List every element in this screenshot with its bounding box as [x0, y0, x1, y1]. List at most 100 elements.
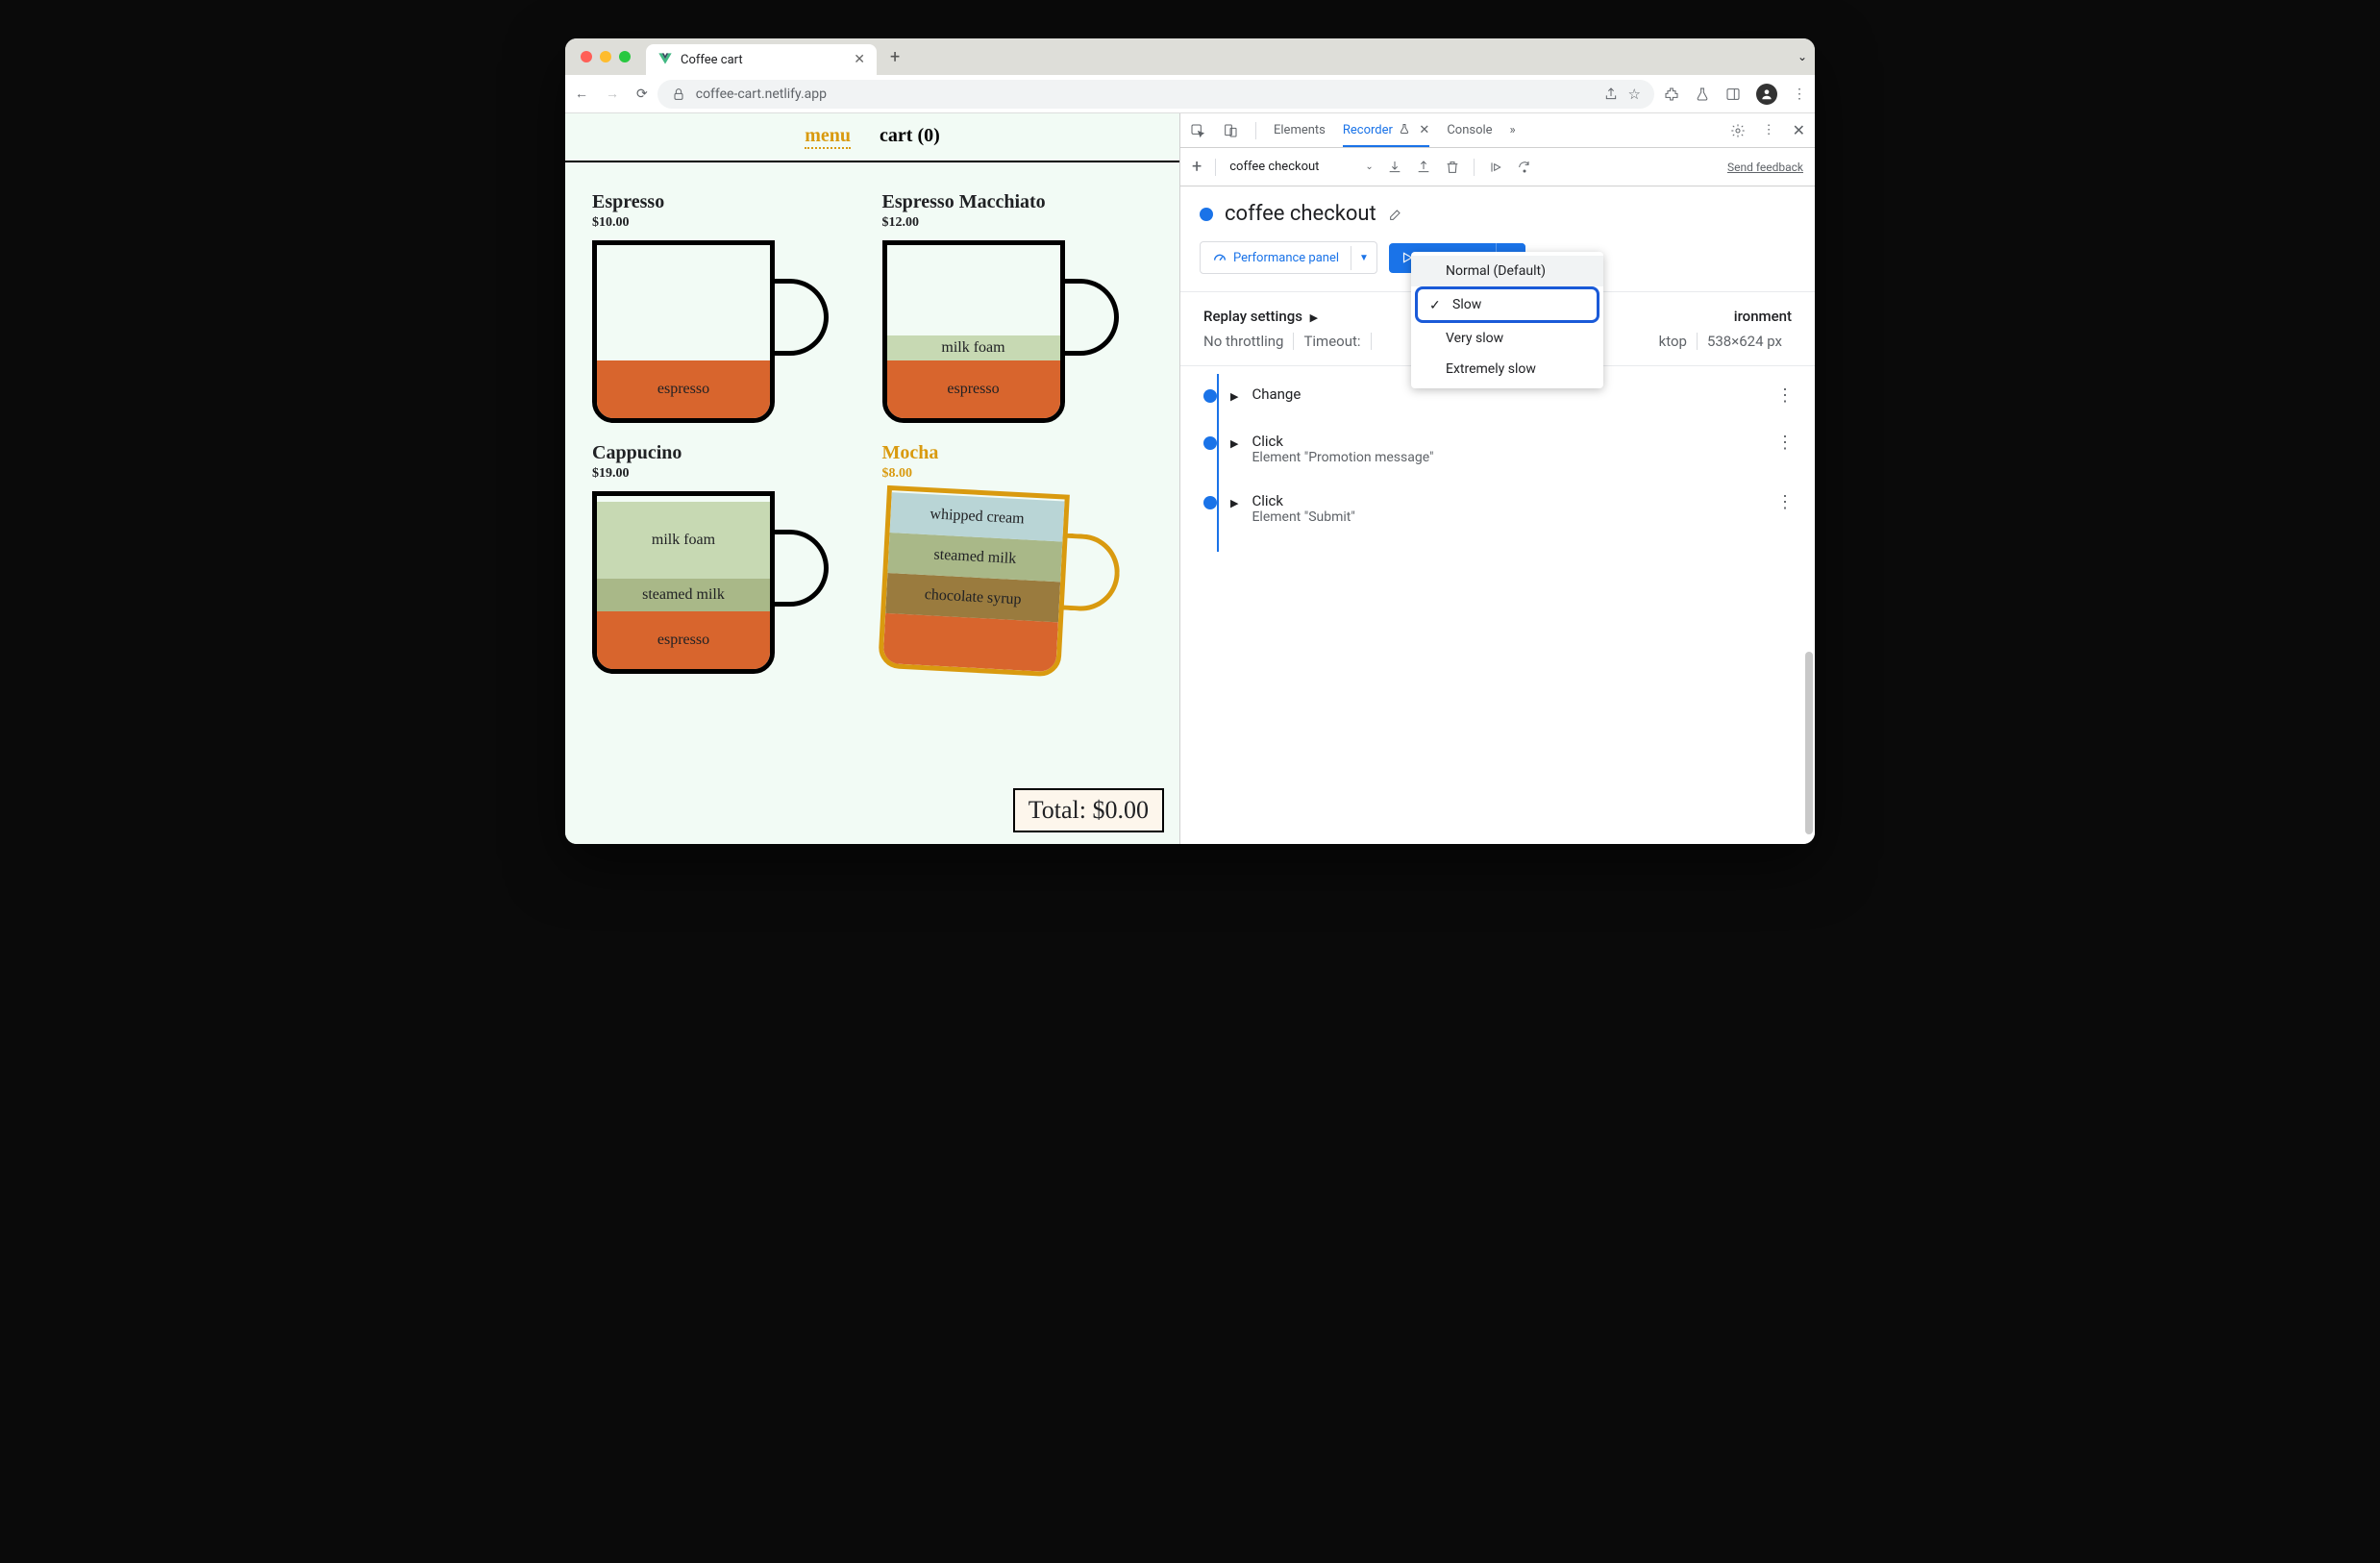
- step-title: Click: [1252, 492, 1763, 509]
- product-name: Espresso Macchiato: [882, 191, 1153, 213]
- layer-milk-foam: milk foam: [887, 335, 1060, 360]
- inspect-icon[interactable]: [1190, 123, 1205, 138]
- more-tabs-icon[interactable]: »: [1510, 123, 1516, 137]
- step-title: Click: [1252, 433, 1763, 450]
- browser-chrome: Coffee cart ✕ + ⌄ ← → ⟳ coffee-cart.netl…: [565, 38, 1815, 113]
- step-play-icon[interactable]: [1488, 160, 1503, 175]
- step-item[interactable]: ▶ Click Element "Promotion message" ⋮: [1203, 433, 1792, 465]
- cup-graphic: espresso: [592, 240, 823, 423]
- delete-icon[interactable]: [1445, 160, 1460, 175]
- timeout-label: Timeout:: [1303, 333, 1371, 350]
- tab-strip: Coffee cart ✕ + ⌄: [565, 38, 1815, 75]
- gauge-icon: [1212, 250, 1227, 265]
- close-devtools-icon[interactable]: ✕: [1793, 121, 1805, 139]
- performance-panel-button[interactable]: Performance panel ▼: [1200, 241, 1377, 274]
- share-icon[interactable]: [1603, 87, 1619, 102]
- recording-selector[interactable]: coffee checkout ⌄: [1229, 160, 1374, 174]
- dd-normal[interactable]: Normal (Default): [1411, 256, 1603, 286]
- side-panel-icon[interactable]: [1725, 87, 1741, 102]
- step-node-icon: [1203, 389, 1217, 403]
- export-icon[interactable]: [1387, 160, 1402, 175]
- browser-tab[interactable]: Coffee cart ✕: [646, 44, 877, 75]
- step-item[interactable]: ▶ Change ⋮: [1203, 385, 1792, 406]
- step-detail: Element "Submit": [1252, 509, 1763, 525]
- step-node-icon: [1203, 496, 1217, 509]
- product-mocha[interactable]: Mocha $8.00 chocolate syrupsteamed milkw…: [882, 442, 1153, 674]
- send-feedback-link[interactable]: Send feedback: [1727, 161, 1803, 174]
- recording-title: coffee checkout: [1225, 202, 1376, 226]
- product-price: $10.00: [592, 215, 863, 231]
- product-grid: Espresso $10.00 espresso Espresso Macchi…: [565, 162, 1179, 703]
- layer-steamed-milk: steamed milk: [597, 579, 770, 611]
- tab-recorder[interactable]: Recorder ✕: [1343, 115, 1429, 147]
- back-icon[interactable]: ←: [575, 86, 588, 102]
- maximize-window-button[interactable]: [619, 51, 631, 62]
- dd-extremely-slow[interactable]: Extremely slow: [1411, 354, 1603, 385]
- chevron-right-icon: ▶: [1310, 311, 1318, 324]
- reload-icon[interactable]: ⟳: [636, 87, 648, 102]
- browser-toolbar: ← → ⟳ coffee-cart.netlify.app ☆ ⋮: [565, 75, 1815, 113]
- cup-graphic: chocolate syrupsteamed milkwhipped cream: [878, 485, 1118, 680]
- extensions-icon[interactable]: [1664, 87, 1679, 102]
- bookmark-icon[interactable]: ☆: [1628, 86, 1641, 103]
- nav-menu-link[interactable]: menu: [805, 125, 851, 149]
- browser-menu-icon[interactable]: ⋮: [1793, 87, 1805, 102]
- replay-speed-dropdown: Normal (Default) ✓ Slow Very slow Extrem…: [1411, 252, 1603, 388]
- import-icon[interactable]: [1416, 160, 1431, 175]
- perf-caret-icon[interactable]: ▼: [1351, 246, 1376, 270]
- tab-elements[interactable]: Elements: [1274, 115, 1326, 145]
- step-over-icon[interactable]: [1517, 160, 1532, 175]
- lock-icon: [671, 87, 686, 102]
- product-espresso[interactable]: Espresso $10.00 espresso: [592, 191, 863, 423]
- webpage: menu cart (0) Espresso $10.00 espresso E…: [565, 113, 1180, 844]
- edit-title-icon[interactable]: [1388, 207, 1403, 222]
- recording-header: coffee checkout: [1180, 186, 1815, 241]
- chevron-right-icon: ▶: [1230, 497, 1238, 509]
- product-espresso-macchiato[interactable]: Espresso Macchiato $12.00 espressomilk f…: [882, 191, 1153, 423]
- dd-slow[interactable]: ✓ Slow: [1415, 286, 1599, 323]
- close-panel-icon[interactable]: ✕: [1419, 123, 1429, 137]
- step-menu-icon[interactable]: ⋮: [1776, 433, 1792, 453]
- check-icon: ✓: [1429, 298, 1441, 313]
- recording-indicator-icon: [1200, 208, 1213, 221]
- layer-espresso: espresso: [597, 360, 770, 418]
- labs-icon[interactable]: [1695, 87, 1710, 102]
- chevron-right-icon: ▶: [1230, 390, 1238, 403]
- product-price: $12.00: [882, 215, 1153, 231]
- nav-cart-link[interactable]: cart (0): [880, 125, 940, 149]
- step-detail: Element "Promotion message": [1252, 450, 1763, 465]
- url-bar[interactable]: coffee-cart.netlify.app ☆: [657, 80, 1654, 109]
- scrollbar[interactable]: [1805, 652, 1813, 834]
- device-toggle-icon[interactable]: [1223, 123, 1238, 138]
- window-controls: [573, 51, 638, 62]
- chevron-right-icon: ▶: [1230, 437, 1238, 450]
- layer-espresso: espresso: [597, 611, 770, 669]
- step-menu-icon[interactable]: ⋮: [1776, 385, 1792, 406]
- url-text: coffee-cart.netlify.app: [696, 87, 827, 102]
- tab-console[interactable]: Console: [1447, 115, 1492, 145]
- cup-graphic: espressosteamed milkmilk foam: [592, 491, 823, 674]
- product-cappucino[interactable]: Cappucino $19.00 espressosteamed milkmil…: [592, 442, 863, 674]
- viewport-value: 538×624 px: [1707, 333, 1792, 350]
- settings-icon[interactable]: [1730, 123, 1746, 138]
- step-menu-icon[interactable]: ⋮: [1776, 492, 1792, 512]
- dd-very-slow[interactable]: Very slow: [1411, 323, 1603, 354]
- throttling-value: No throttling: [1203, 333, 1294, 350]
- minimize-window-button[interactable]: [600, 51, 611, 62]
- devtools-menu-icon[interactable]: ⋮: [1763, 123, 1775, 137]
- replay-settings-label[interactable]: Replay settings ▶: [1203, 308, 1318, 325]
- step-item[interactable]: ▶ Click Element "Submit" ⋮: [1203, 492, 1792, 525]
- profile-avatar[interactable]: [1756, 84, 1777, 105]
- close-tab-icon[interactable]: ✕: [854, 52, 865, 67]
- product-name: Espresso: [592, 191, 863, 213]
- forward-icon[interactable]: →: [606, 86, 619, 102]
- total-badge[interactable]: Total: $0.00: [1013, 788, 1164, 832]
- tab-list-button[interactable]: ⌄: [1797, 50, 1807, 63]
- steps-list: ▶ Change ⋮ ▶ Click Element "Promotion me…: [1180, 366, 1815, 571]
- close-window-button[interactable]: [581, 51, 592, 62]
- vue-favicon-icon: [657, 53, 673, 66]
- layer-milk-foam: milk foam: [597, 502, 770, 579]
- browser-window: Coffee cart ✕ + ⌄ ← → ⟳ coffee-cart.netl…: [565, 38, 1815, 844]
- new-recording-icon[interactable]: +: [1192, 157, 1202, 177]
- new-tab-button[interactable]: +: [884, 47, 905, 67]
